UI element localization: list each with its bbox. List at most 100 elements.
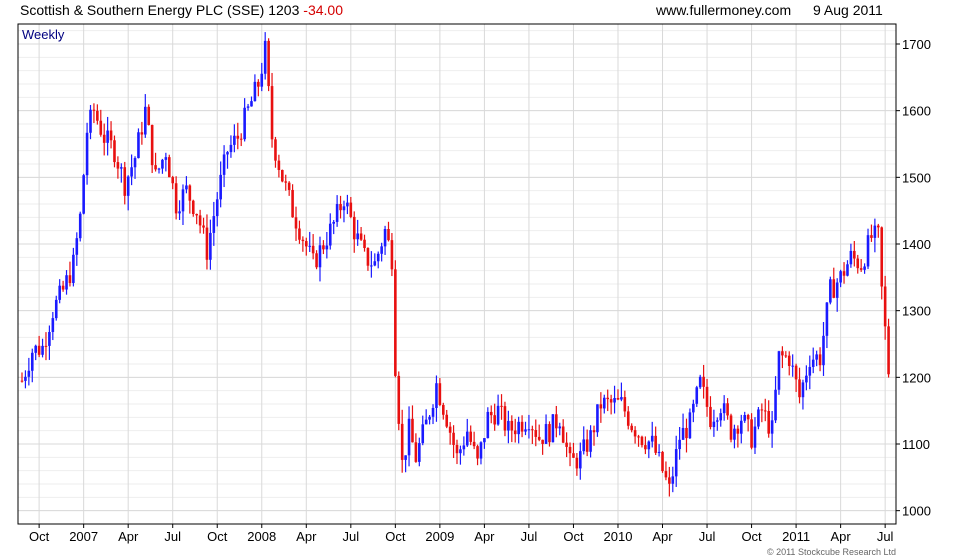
x-tick-label: Apr [652,529,673,544]
bar-body [664,471,668,478]
bar-body [102,134,106,143]
bar-body [520,421,524,432]
y-tick-label: 1200 [902,370,931,385]
bar-body [486,411,490,439]
bar-body [507,420,510,431]
bar-body [668,477,671,484]
bar-body [407,418,411,456]
ohlc-bar [212,201,216,246]
ohlc-bar [596,404,599,437]
bar-body [24,376,27,381]
bar-body [805,375,808,383]
ohlc-bar [233,124,236,153]
bar-body [870,235,873,238]
ohlc-bar [243,98,246,142]
ohlc-bar [51,311,55,341]
ohlc-bar [842,262,846,284]
ohlc-bar [226,150,229,169]
bar-body [260,73,264,87]
bar-body [544,424,548,444]
ohlc-bar [167,154,171,178]
ohlc-bar [205,214,209,270]
bar-body [164,157,168,160]
bar-body [82,175,85,214]
ohlc-bar [332,220,335,235]
ohlc-bar [380,242,383,262]
bar-body [328,223,332,246]
bar-body [883,286,887,327]
ohlc-bar [198,209,202,234]
bar-body [510,420,514,431]
x-tick-label: 2011 [782,529,810,544]
bar-body [818,354,822,366]
bar-body [685,427,688,439]
ohlc-bar [599,392,603,423]
bar-body [863,266,866,270]
bar-body [626,411,630,426]
ohlc-bar [65,270,68,295]
bar-body [30,352,34,371]
bar-body [637,436,640,438]
bar-body [630,425,633,431]
ohlc-bar [565,432,568,458]
bar-body [239,138,243,140]
x-tick-label: Oct [563,529,584,544]
bar-body [20,380,24,382]
bar-body [171,177,175,184]
bar-body [853,250,856,259]
ohlc-bar [236,122,240,150]
bar-body [352,216,356,240]
bar-body [736,428,740,434]
ohlc-bar [311,234,315,260]
ohlc-bar [637,434,640,447]
bar-body [750,419,753,448]
bar-body [702,376,705,387]
bar-body [842,271,846,276]
bar-body [311,245,315,254]
ohlc-bar [85,122,89,185]
ohlc-bar [493,403,496,431]
bar-body [34,345,38,353]
ohlc-bar [688,408,692,439]
ohlc-bar [322,240,325,255]
ohlc-bar [130,154,133,186]
ohlc-bar [359,226,363,241]
ohlc-bar [215,192,219,227]
x-tick-label: Apr [474,529,495,544]
bar-body [784,355,788,357]
ohlc-bar [661,450,664,473]
ohlc-bar [92,103,96,124]
ohlc-bar [164,152,168,172]
ohlc-bar [541,439,544,455]
bar-body [185,185,188,190]
ohlc-bar [733,424,736,449]
ohlc-bar [746,413,750,432]
ohlc-bar [113,135,116,168]
bar-body [859,268,863,270]
ohlc-bar [154,152,157,172]
x-tick-label: Apr [831,529,852,544]
ohlc-bar [209,219,212,270]
ohlc-bar [387,221,390,242]
bar-body [421,424,425,444]
bar-body [774,389,777,421]
ohlc-bar [709,396,712,430]
bar-body [342,206,346,211]
ohlc-bar [195,213,198,225]
ohlc-bar [585,429,589,457]
bar-body [513,430,517,435]
x-tick-label: Jul [699,529,716,544]
bar-body [400,423,404,460]
bar-body [349,202,353,217]
ohlc-bar [400,409,404,473]
bar-body [698,376,702,388]
ohlc-bar [452,425,455,459]
ohlc-bar [811,347,815,374]
bar-body [246,106,250,108]
ohlc-bar [534,419,538,447]
bar-body [606,397,610,400]
bar-body [716,420,719,422]
bar-body [161,159,164,169]
bar-body [572,453,575,458]
bar-body [565,442,568,447]
